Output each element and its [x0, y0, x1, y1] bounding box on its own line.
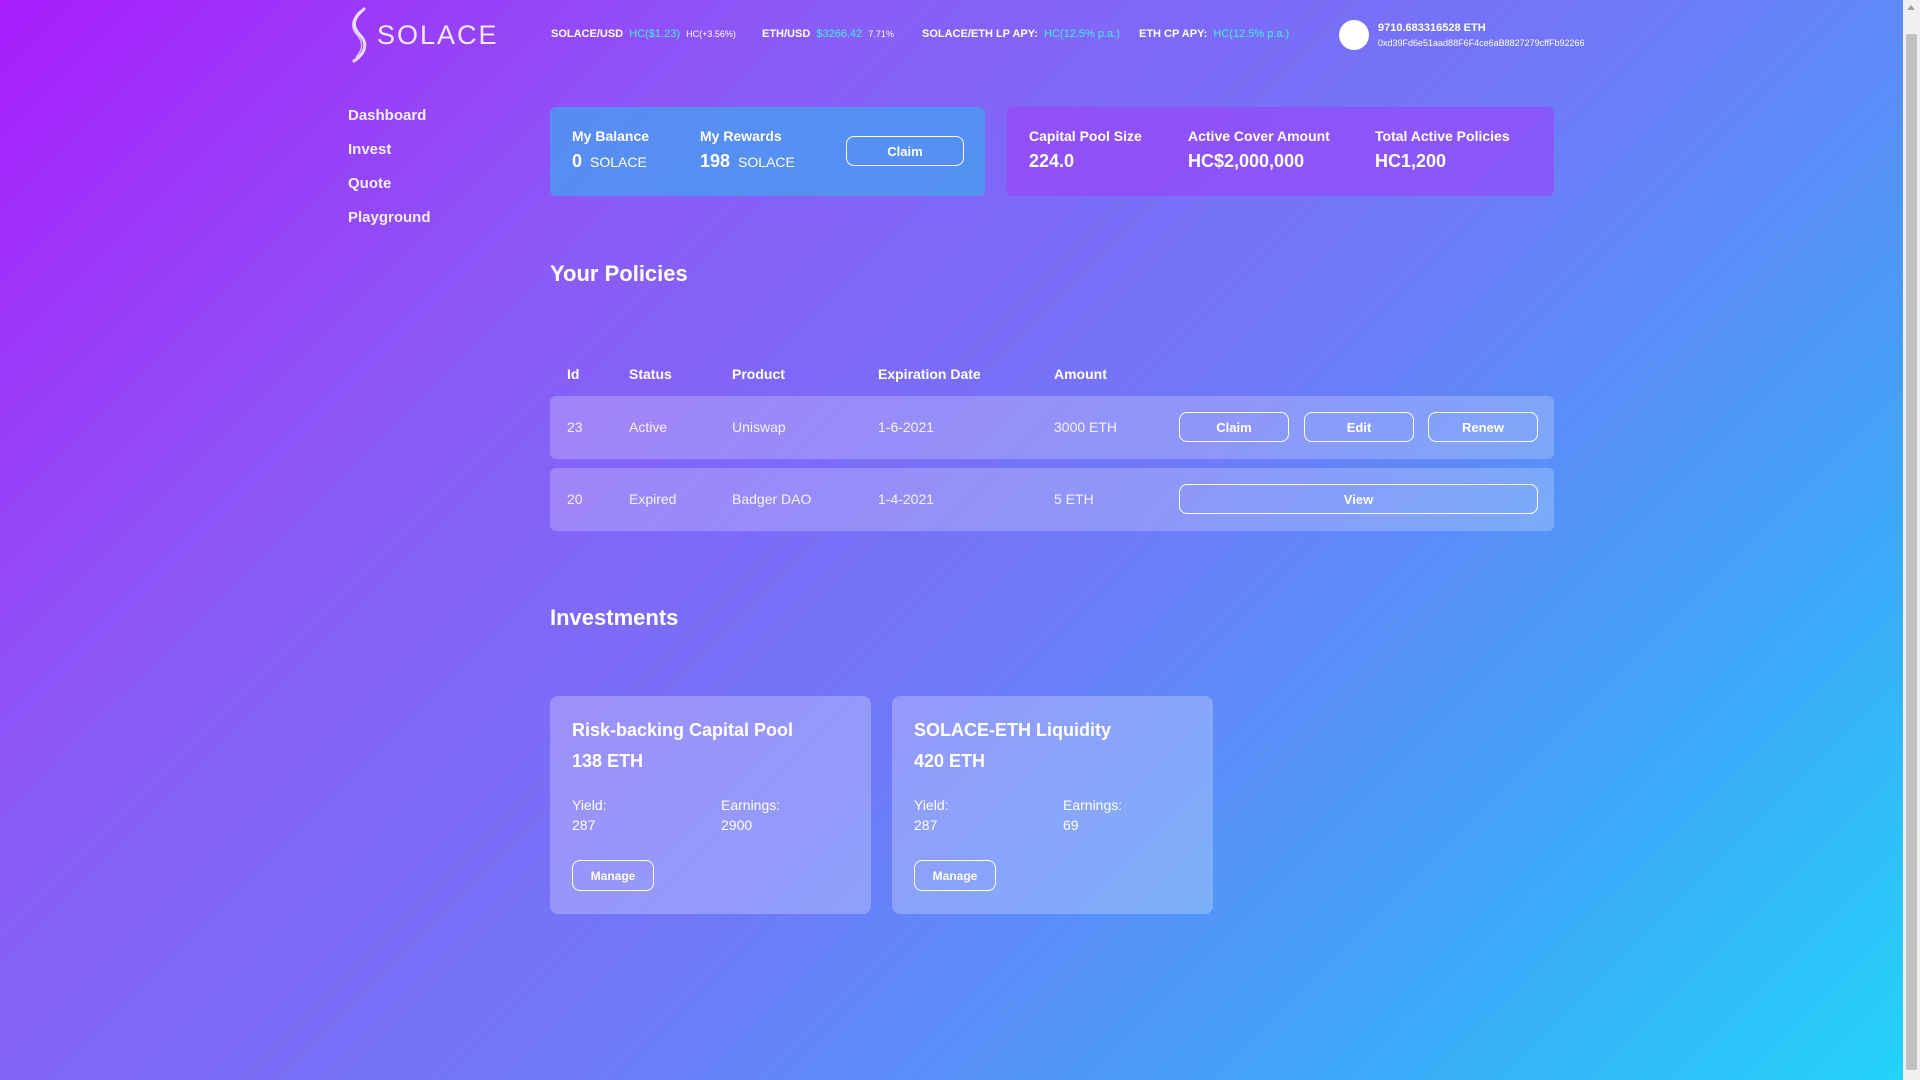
- investment-name: Risk-backing Capital Pool: [572, 720, 794, 740]
- active-cover-stat: Active Cover Amount HC$2,000,000: [1188, 128, 1330, 172]
- active-cover-value: HC$2,000,000: [1188, 151, 1305, 171]
- wallet-address: 0xd39Fd6e51aad88F6F4ce6aB8827279cffFb922…: [1378, 38, 1585, 48]
- policy-status: Expired: [629, 491, 677, 507]
- ticker-value: $3266.42: [816, 28, 863, 40]
- table-row: 20 Expired Badger DAO 1-4-2021 5 ETH Vie…: [550, 468, 1554, 531]
- investments-title: Investments: [550, 605, 679, 630]
- investment-earnings: Earnings: 69: [1063, 795, 1122, 835]
- capital-pool-label: Capital Pool Size: [1029, 128, 1142, 144]
- stats-panel: Capital Pool Size 224.0 Active Cover Amo…: [1007, 107, 1554, 196]
- investment-yield: Yield: 287: [572, 795, 607, 835]
- policy-id: 23: [567, 419, 583, 435]
- manage-button[interactable]: Manage: [572, 860, 654, 891]
- balance-value-group: 0 SOLACE: [572, 151, 649, 172]
- investment-earnings: Earnings: 2900: [721, 795, 780, 835]
- balance-label: My Balance: [572, 128, 650, 144]
- ticker-change: HC(+3.56%): [686, 29, 736, 39]
- scrollbar-thumb[interactable]: [1906, 34, 1917, 1070]
- policy-product: Badger DAO: [732, 491, 812, 507]
- investment-yield: Yield: 287: [914, 795, 949, 835]
- sidebar-item-quote[interactable]: Quote: [348, 176, 431, 192]
- ticker-label: SOLACE/USD: [551, 28, 624, 40]
- sidebar-item-invest[interactable]: Invest: [348, 142, 431, 158]
- solace-logo-icon: [351, 7, 367, 63]
- policies-title: Your Policies: [550, 261, 688, 286]
- policy-status: Active: [629, 419, 668, 435]
- ticker-label: ETH CP APY:: [1139, 28, 1208, 40]
- investment-amount: 138 ETH: [572, 751, 644, 771]
- active-cover-label: Active Cover Amount: [1188, 128, 1330, 144]
- yield-value: 287: [572, 817, 596, 833]
- policy-expiration: 1-4-2021: [878, 491, 935, 507]
- yield-label: Yield:: [914, 797, 949, 813]
- investment-amount: 420 ETH: [914, 751, 986, 771]
- earnings-label: Earnings:: [721, 797, 781, 813]
- capital-pool-value: 224.0: [1029, 151, 1075, 171]
- claim-rewards-button[interactable]: Claim: [846, 136, 964, 166]
- vertical-scrollbar[interactable]: [1903, 0, 1920, 1080]
- capital-pool-stat: Capital Pool Size 224.0: [1029, 128, 1142, 172]
- account-panel: My Balance 0 SOLACE My Rewards 198 SOLAC…: [550, 107, 985, 196]
- total-policies-label: Total Active Policies: [1375, 128, 1510, 144]
- total-policies-value: HC1,200: [1375, 151, 1447, 171]
- policies-table-header: Id Status Product Expiration Date Amount: [550, 366, 1554, 382]
- ticker-eth-usd: ETH/USD $3266.42 7.71%: [762, 28, 894, 40]
- total-policies-stat: Total Active Policies HC1,200: [1375, 128, 1510, 172]
- sidebar-nav: Dashboard Invest Quote Playground: [348, 108, 431, 244]
- policy-edit-button[interactable]: Edit: [1304, 412, 1414, 442]
- wallet-balance: 9710.683316528 ETH: [1378, 22, 1486, 34]
- column-header-expiration: Expiration Date: [878, 366, 981, 382]
- policy-amount: 3000 ETH: [1054, 419, 1118, 435]
- ticker-change: 7.71%: [868, 29, 894, 39]
- ticker-value: HC(12.5% p.a.): [1044, 28, 1120, 40]
- ticker-lp-apy: SOLACE/ETH LP APY: HC(12.5% p.a.): [922, 28, 1120, 40]
- policy-renew-button[interactable]: Renew: [1428, 412, 1538, 442]
- wallet-info[interactable]: 9710.683316528 ETH 0xd39Fd6e51aad88F6F4c…: [1339, 20, 1585, 50]
- rewards-label: My Rewards: [700, 128, 782, 144]
- sidebar-item-dashboard[interactable]: Dashboard: [348, 108, 431, 124]
- investment-card-capital-pool: Risk-backing Capital Pool 138 ETH Yield:…: [550, 696, 871, 914]
- balance-unit: SOLACE: [590, 154, 647, 170]
- balance-stat: My Balance 0 SOLACE: [572, 128, 649, 172]
- rewards-unit: SOLACE: [738, 154, 795, 170]
- policy-view-button[interactable]: View: [1179, 484, 1538, 514]
- yield-value: 287: [914, 817, 938, 833]
- investment-name: SOLACE-ETH Liquidity: [914, 720, 1111, 740]
- earnings-label: Earnings:: [1063, 797, 1123, 813]
- policy-claim-button[interactable]: Claim: [1179, 412, 1289, 442]
- ticker-label: SOLACE/ETH LP APY:: [922, 28, 1038, 40]
- sidebar-item-playground[interactable]: Playground: [348, 210, 431, 226]
- column-header-status: Status: [629, 366, 672, 382]
- policy-amount: 5 ETH: [1054, 491, 1094, 507]
- manage-button[interactable]: Manage: [914, 860, 996, 891]
- brand-logo[interactable]: SOLACE: [348, 7, 499, 63]
- balance-value: 0: [572, 151, 583, 171]
- ticker-solace-usd: SOLACE/USD HC($1.23) HC(+3.56%): [551, 28, 736, 40]
- table-row: 23 Active Uniswap 1-6-2021 3000 ETH Clai…: [550, 396, 1554, 459]
- ticker-label: ETH/USD: [762, 28, 811, 40]
- ticker-cp-apy: ETH CP APY: HC(12.5% p.a.): [1139, 28, 1289, 40]
- earnings-value: 2900: [721, 817, 753, 833]
- rewards-value-group: 198 SOLACE: [700, 151, 795, 172]
- column-header-id: Id: [567, 366, 580, 382]
- ticker-value: HC($1.23): [629, 28, 680, 40]
- ticker-value: HC(12.5% p.a.): [1213, 28, 1290, 40]
- rewards-value: 198: [700, 151, 731, 171]
- avatar[interactable]: [1339, 20, 1369, 50]
- earnings-value: 69: [1063, 817, 1079, 833]
- scroll-up-arrow-icon[interactable]: [1907, 5, 1915, 10]
- yield-label: Yield:: [572, 797, 607, 813]
- policy-expiration: 1-6-2021: [878, 419, 935, 435]
- column-header-product: Product: [732, 366, 785, 382]
- policy-product: Uniswap: [732, 419, 786, 435]
- column-header-amount: Amount: [1054, 366, 1107, 382]
- brand-name: SOLACE: [377, 19, 499, 50]
- investment-card-liquidity: SOLACE-ETH Liquidity 420 ETH Yield: 287 …: [892, 696, 1213, 914]
- policy-id: 20: [567, 491, 583, 507]
- rewards-stat: My Rewards 198 SOLACE: [700, 128, 795, 172]
